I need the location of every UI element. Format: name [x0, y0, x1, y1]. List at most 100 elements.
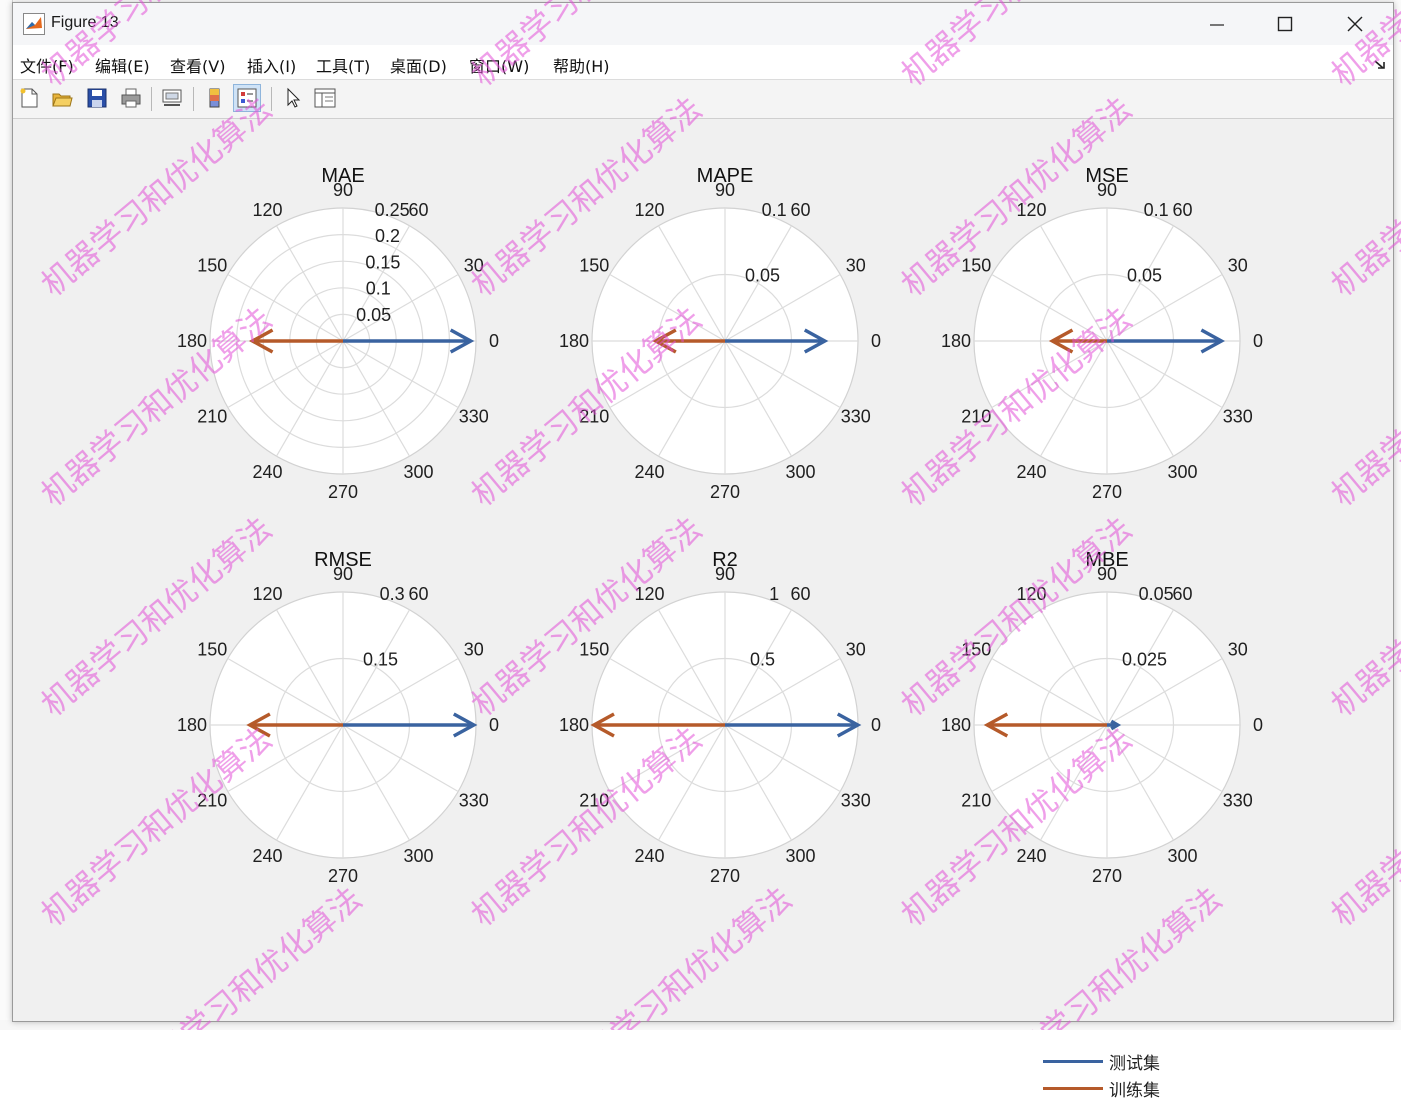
print-button[interactable]	[117, 84, 145, 112]
polar-angle-label: 30	[464, 640, 484, 660]
legend[interactable]: 测试集 训练集	[1043, 1051, 1173, 1101]
polar-angle-label: 240	[634, 846, 664, 866]
figure-toolbar	[13, 80, 1393, 119]
menu-help[interactable]: 帮助(H)	[553, 53, 610, 77]
polar-angle-label: 180	[941, 331, 971, 351]
polar-axes-mbe: 03060901201501802102402703003300.0250.05…	[941, 549, 1263, 886]
polar-angle-label: 210	[579, 791, 609, 811]
legend-label-train: 训练集	[1109, 1080, 1160, 1101]
polar-angle-label: 240	[1016, 846, 1046, 866]
polar-angle-label: 330	[841, 791, 871, 811]
polar-angle-label: 120	[1016, 200, 1046, 220]
polar-title: RMSE	[314, 549, 372, 571]
polar-title: MAPE	[697, 165, 754, 187]
polar-angle-label: 300	[403, 462, 433, 482]
dock-arrow-icon[interactable]	[1373, 57, 1387, 71]
polar-radius-tick-label: 0.25	[375, 200, 410, 220]
maximize-button[interactable]	[1255, 3, 1315, 45]
property-inspector-button[interactable]	[311, 84, 339, 112]
minimize-button[interactable]	[1187, 3, 1247, 45]
save-button[interactable]	[83, 84, 111, 112]
polar-angle-label: 150	[961, 256, 991, 276]
polar-title: MSE	[1085, 165, 1128, 187]
polar-angle-label: 210	[197, 791, 227, 811]
save-icon	[87, 88, 107, 108]
polar-angle-label: 30	[464, 256, 484, 276]
edit-plot-button[interactable]	[279, 84, 307, 112]
polar-angle-label: 330	[459, 407, 489, 427]
polar-radius-tick-label: 0.05	[356, 305, 391, 325]
polar-angle-label: 210	[197, 407, 227, 427]
polar-angle-label: 240	[252, 846, 282, 866]
insert-legend-button[interactable]	[233, 84, 261, 112]
polar-angle-label: 60	[790, 584, 810, 604]
polar-angle-label: 0	[871, 331, 881, 351]
edit-plot-pointer-icon	[287, 87, 301, 108]
menu-view[interactable]: 查看(V)	[170, 53, 225, 77]
polar-axes-r2: 03060901201501802102402703003300.51R2	[559, 549, 881, 886]
open-file-button[interactable]	[48, 84, 76, 112]
polar-angle-label: 30	[846, 640, 866, 660]
matlab-app-icon	[23, 13, 45, 35]
polar-radius-tick-label: 0.05	[745, 266, 780, 286]
figure-window: Figure 13 文件(F) 编辑(E) 查看(V) 插入(I) 工具(T) …	[12, 2, 1394, 1101]
polar-angle-label: 120	[252, 584, 282, 604]
polar-angle-label: 150	[961, 640, 991, 660]
menu-edit[interactable]: 编辑(E)	[95, 53, 150, 77]
menu-file[interactable]: 文件(F)	[20, 53, 74, 77]
polar-angle-label: 120	[252, 200, 282, 220]
polar-radius-tick-label: 1	[769, 584, 779, 604]
polar-angle-label: 240	[252, 462, 282, 482]
polar-angle-label: 300	[785, 462, 815, 482]
polar-angle-label: 150	[197, 256, 227, 276]
toolbar-separator	[271, 87, 272, 111]
legend-entry-train: 训练集	[1043, 1078, 1160, 1101]
polar-radius-tick-label: 0.5	[750, 650, 775, 670]
polar-angle-label: 300	[785, 846, 815, 866]
polar-angle-label: 270	[1092, 866, 1122, 886]
polar-angle-label: 60	[790, 200, 810, 220]
menu-tools[interactable]: 工具(T)	[316, 53, 370, 77]
polar-angle-label: 270	[328, 482, 358, 502]
insert-colorbar-button[interactable]	[201, 84, 229, 112]
polar-radius-tick-label: 0.15	[363, 650, 398, 670]
polar-angle-label: 30	[1228, 640, 1248, 660]
property-inspector-icon	[314, 88, 336, 108]
polar-angle-label: 60	[1172, 200, 1192, 220]
polar-axes-mae: 03060901201501802102402703003300.050.10.…	[177, 165, 499, 502]
polar-axes-mse: 03060901201501802102402703003300.050.1MS…	[941, 165, 1263, 502]
insert-legend-icon	[237, 88, 257, 108]
polar-angle-label: 120	[634, 200, 664, 220]
polar-angle-label: 180	[941, 715, 971, 735]
menu-window[interactable]: 窗口(W)	[469, 53, 529, 77]
menu-desktop[interactable]: 桌面(D)	[390, 53, 447, 77]
polar-radius-tick-label: 0.15	[365, 252, 400, 272]
polar-angle-label: 300	[1167, 846, 1197, 866]
polar-angle-label: 330	[1223, 407, 1253, 427]
polar-angle-label: 210	[579, 407, 609, 427]
menu-insert[interactable]: 插入(I)	[247, 53, 296, 77]
polar-angle-label: 300	[1167, 462, 1197, 482]
new-figure-button[interactable]	[15, 84, 43, 112]
polar-angle-label: 330	[1223, 791, 1253, 811]
close-icon	[1347, 16, 1363, 32]
polar-angle-label: 0	[871, 715, 881, 735]
legend-line-test	[1043, 1059, 1103, 1063]
title-bar[interactable]: Figure 13	[13, 3, 1393, 45]
menu-bar: 文件(F) 编辑(E) 查看(V) 插入(I) 工具(T) 桌面(D) 窗口(W…	[13, 45, 1393, 80]
link-plot-icon	[162, 89, 182, 106]
link-plot-button[interactable]	[158, 84, 186, 112]
polar-angle-label: 270	[710, 482, 740, 502]
figure-canvas: 0 30 60 90 120 150 180 210 240 270 300 330 0.05 0.1 0.…	[13, 119, 1393, 1101]
close-button[interactable]	[1325, 3, 1385, 45]
polar-angle-label: 270	[1092, 482, 1122, 502]
polar-angle-label: 60	[408, 584, 428, 604]
polar-angle-label: 150	[197, 640, 227, 660]
polar-radius-tick-label: 0.1	[1144, 200, 1169, 220]
polar-angle-label: 180	[559, 715, 589, 735]
polar-angle-label: 210	[961, 407, 991, 427]
polar-angle-label: 180	[177, 331, 207, 351]
polar-title: MBE	[1085, 549, 1128, 571]
polar-radius-tick-label: 0.3	[380, 584, 405, 604]
polar-angle-label: 0	[489, 715, 499, 735]
